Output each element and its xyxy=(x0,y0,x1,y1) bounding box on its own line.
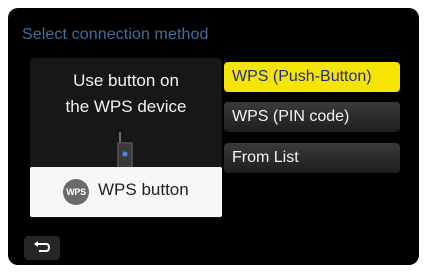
instruction-line-2: the WPS device xyxy=(65,97,187,116)
option-from-list[interactable]: From List xyxy=(224,143,400,173)
option-wps-pin-code[interactable]: WPS (PIN code) xyxy=(224,102,400,132)
back-button[interactable] xyxy=(24,236,60,260)
return-arrow-icon xyxy=(34,241,51,252)
wps-button-text: WPS button xyxy=(98,180,189,199)
instruction-line-1: Use button on xyxy=(73,71,179,90)
page-title: Select connection method xyxy=(22,26,209,43)
instruction-text: Use button on the WPS device xyxy=(30,68,222,120)
wps-icon: WPS xyxy=(63,179,89,205)
option-wps-push-button[interactable]: WPS (Push-Button) xyxy=(224,62,400,92)
wps-button-label: WPS WPS button xyxy=(30,167,222,217)
camera-screen: Select connection method Use button on t… xyxy=(8,8,419,265)
